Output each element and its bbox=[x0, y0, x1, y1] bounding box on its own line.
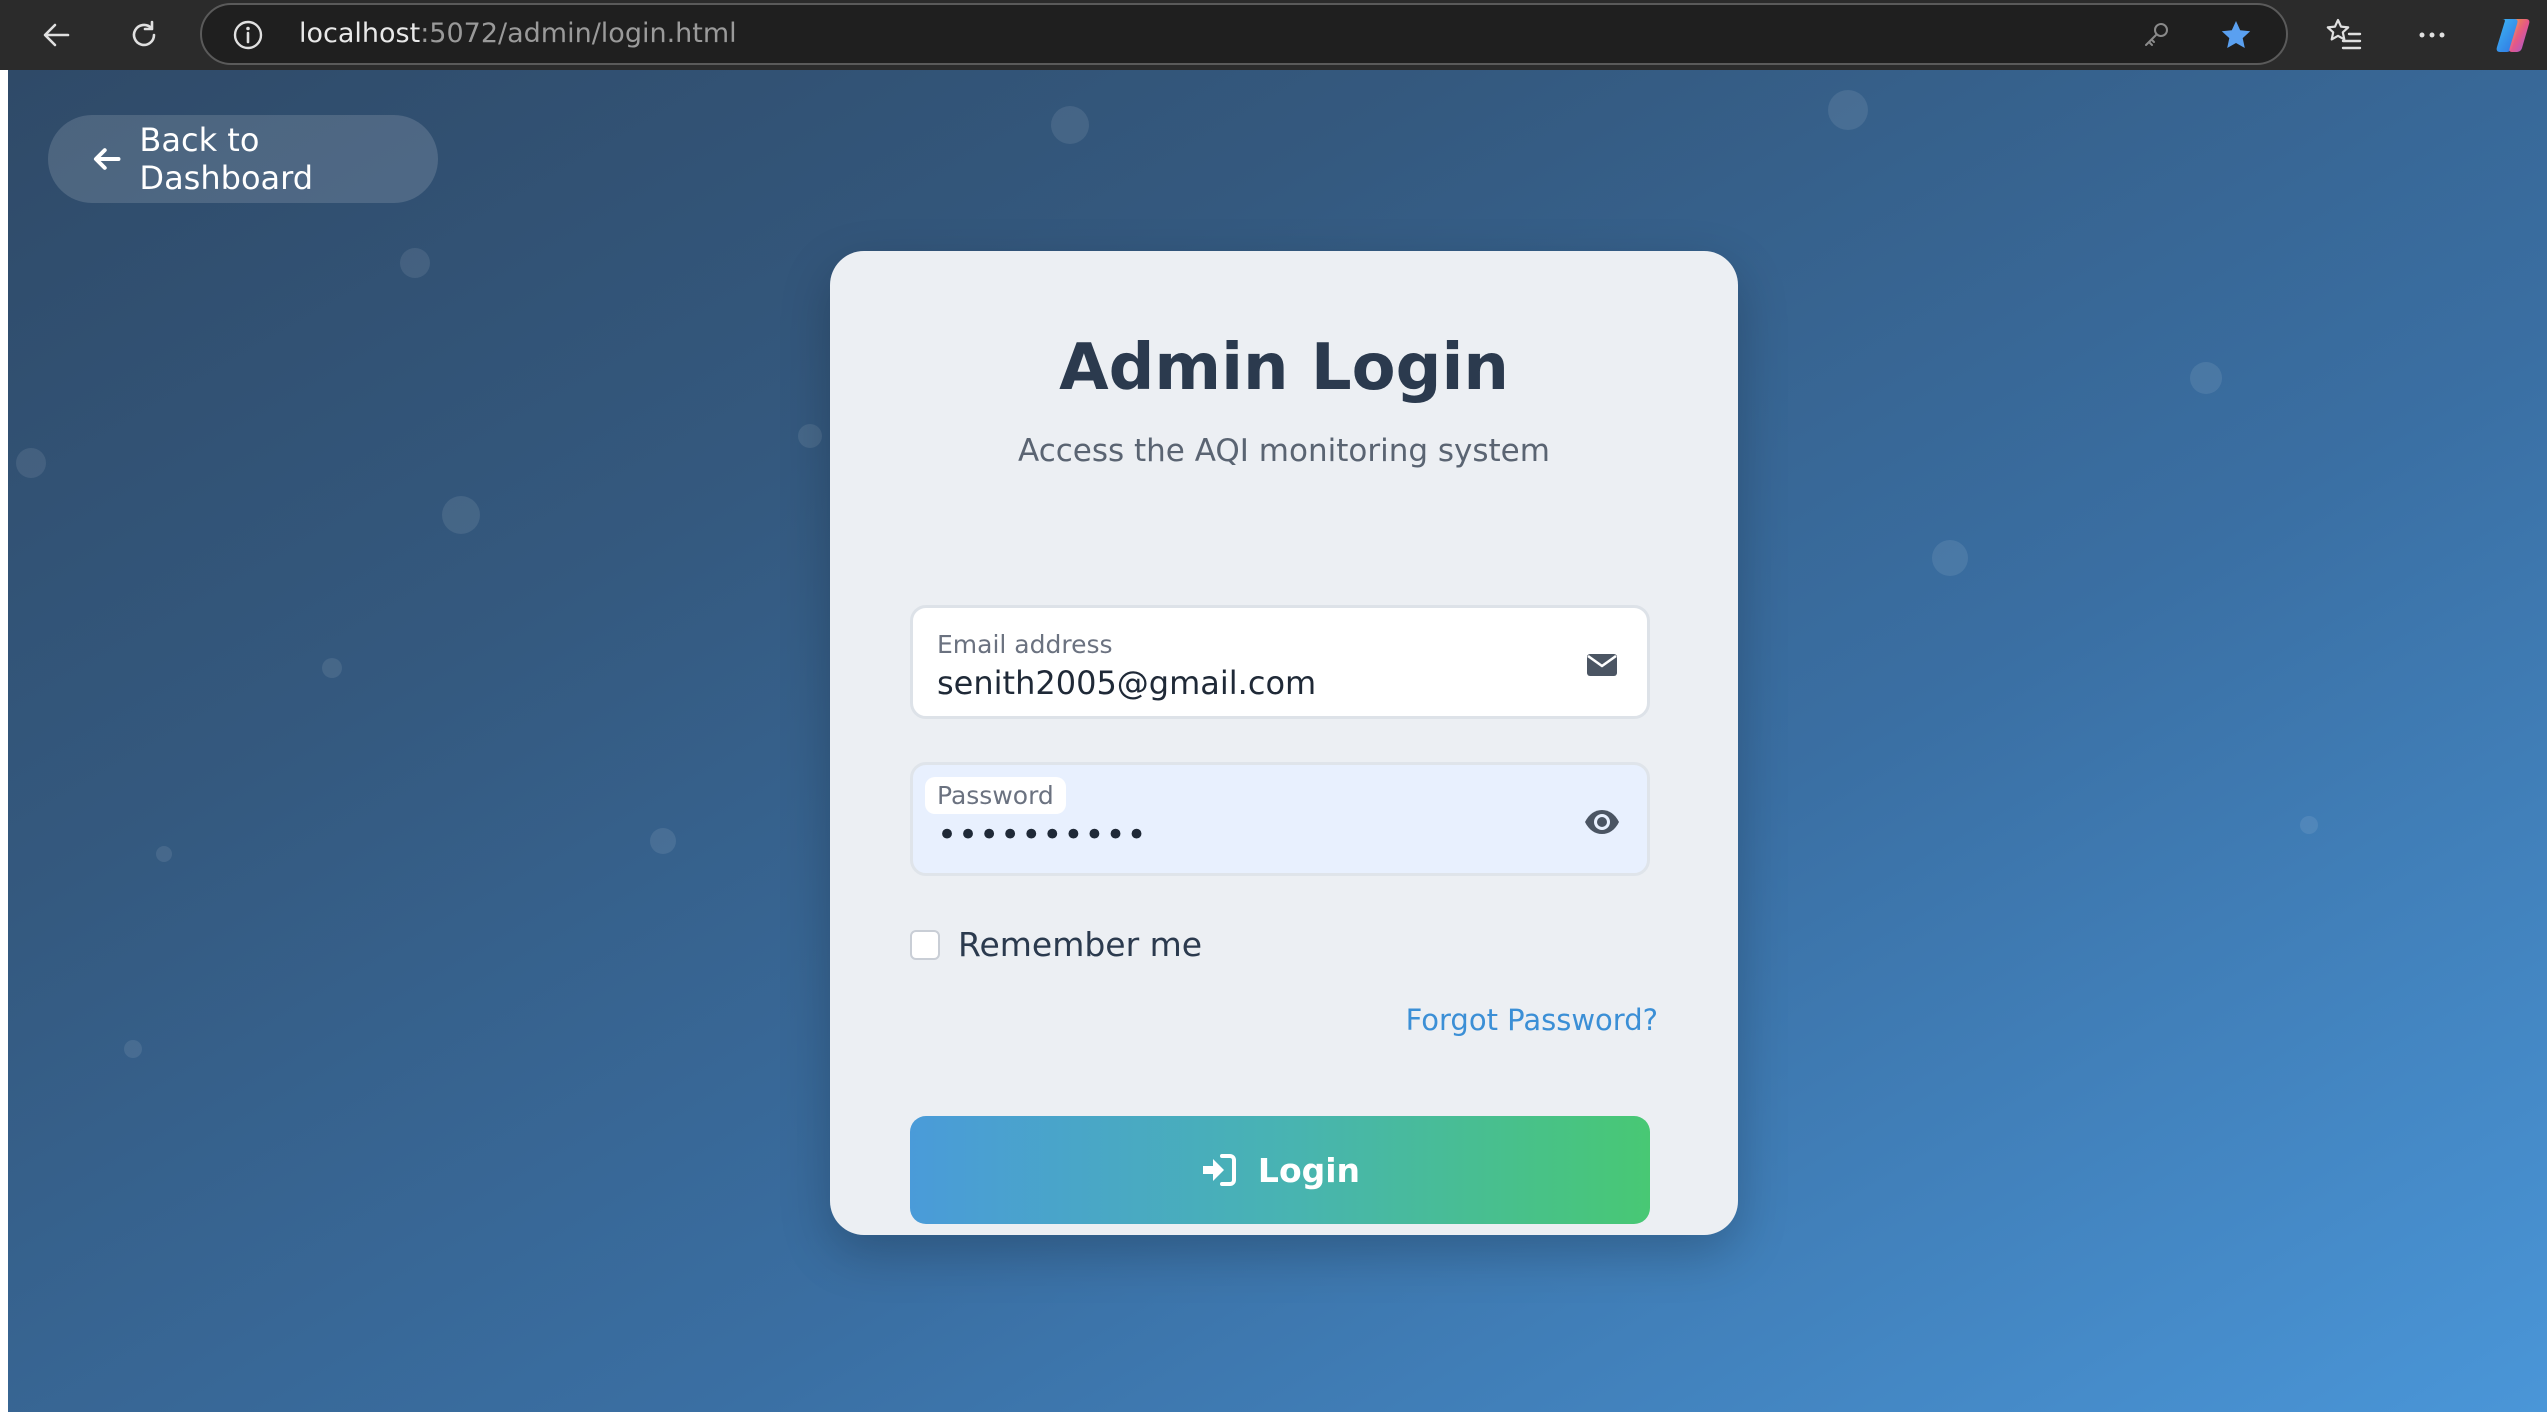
email-value[interactable]: senith2005@gmail.com bbox=[937, 664, 1316, 702]
background-dot bbox=[1932, 540, 1968, 576]
back-to-dashboard-label: Back to Dashboard bbox=[139, 121, 314, 197]
password-value[interactable]: •••••••••• bbox=[937, 815, 1148, 855]
background-dot bbox=[322, 658, 342, 678]
password-label: Password bbox=[925, 777, 1066, 814]
star-icon[interactable] bbox=[2218, 17, 2254, 53]
browser-toolbar: localhost:5072/admin/login.html bbox=[0, 0, 2547, 70]
background-dot bbox=[1051, 106, 1089, 144]
background-dot bbox=[124, 1040, 142, 1058]
remember-me-label: Remember me bbox=[958, 925, 1203, 964]
login-card: Admin Login Access the AQI monitoring sy… bbox=[830, 251, 1738, 1235]
background-dot bbox=[798, 424, 822, 448]
favorites-list-icon[interactable] bbox=[2320, 11, 2368, 59]
address-bar[interactable]: localhost:5072/admin/login.html bbox=[200, 3, 2288, 65]
url-text[interactable]: localhost:5072/admin/login.html bbox=[299, 5, 737, 63]
login-page: Back to Dashboard Admin Login Access the… bbox=[8, 70, 2547, 1412]
background-dot bbox=[1828, 90, 1868, 130]
background-dot bbox=[442, 496, 480, 534]
page-title: Admin Login bbox=[1059, 331, 1509, 405]
reload-icon[interactable] bbox=[120, 11, 168, 59]
back-to-dashboard-button[interactable]: Back to Dashboard bbox=[48, 115, 438, 203]
url-host: localhost bbox=[299, 18, 421, 49]
envelope-icon bbox=[1587, 654, 1617, 676]
background-dot bbox=[650, 828, 676, 854]
login-button-label: Login bbox=[1257, 1150, 1361, 1190]
login-button[interactable]: Login bbox=[910, 1116, 1650, 1224]
copilot-icon[interactable] bbox=[2490, 11, 2538, 59]
background-dot bbox=[2190, 362, 2222, 394]
left-arrow-icon bbox=[93, 148, 121, 170]
key-icon[interactable] bbox=[2138, 17, 2174, 53]
background-dot bbox=[156, 846, 172, 862]
remember-me[interactable]: Remember me bbox=[910, 925, 1202, 964]
background-dot bbox=[16, 448, 46, 478]
background-dot bbox=[400, 248, 430, 278]
info-icon[interactable] bbox=[232, 19, 264, 51]
background-dot bbox=[2300, 816, 2318, 834]
eye-icon[interactable] bbox=[1583, 803, 1621, 841]
email-field[interactable]: Email address senith2005@gmail.com bbox=[910, 605, 1650, 719]
more-icon[interactable] bbox=[2408, 11, 2456, 59]
url-path: :5072/admin/login.html bbox=[420, 18, 737, 49]
back-arrow-icon[interactable] bbox=[32, 11, 80, 59]
forgot-password-link[interactable]: Forgot Password? bbox=[1406, 1003, 1658, 1037]
email-label: Email address bbox=[937, 630, 1113, 659]
page-subtitle: Access the AQI monitoring system bbox=[1018, 433, 1550, 469]
remember-me-checkbox[interactable] bbox=[910, 929, 940, 960]
password-field[interactable]: Password •••••••••• bbox=[910, 762, 1650, 876]
sign-in-icon bbox=[1202, 1154, 1236, 1186]
